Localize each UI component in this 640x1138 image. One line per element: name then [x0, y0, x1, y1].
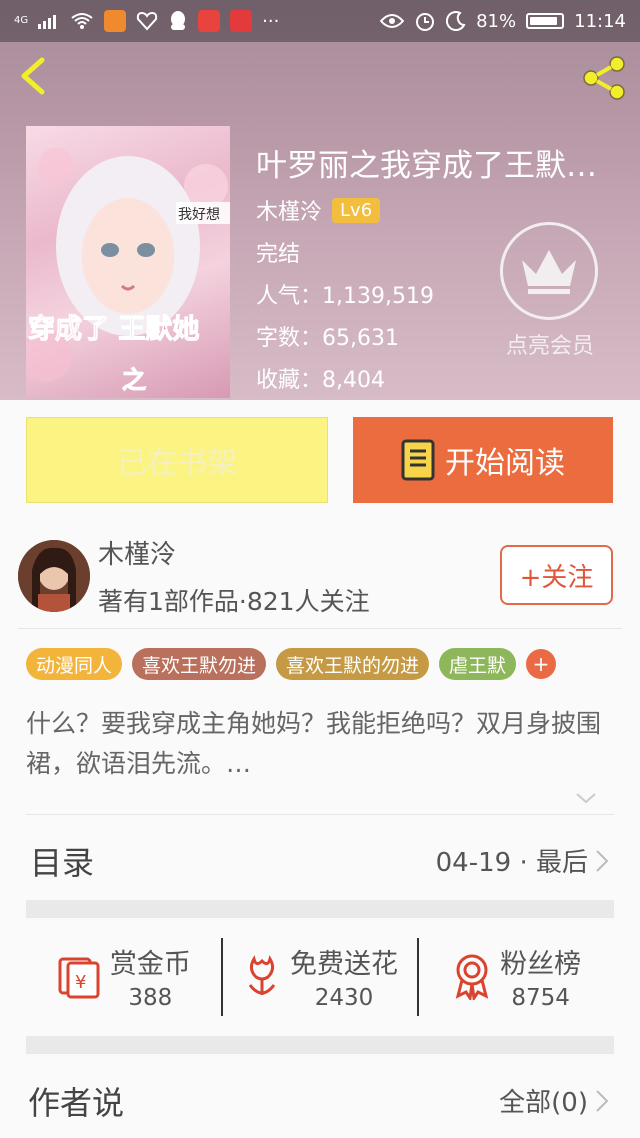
- qq-icon: [171, 11, 186, 30]
- signal-icon: [38, 15, 57, 29]
- free-flower-button[interactable]: 免费送花 2430: [223, 928, 418, 1024]
- table-of-contents-row[interactable]: 目录 04-19 · 最后: [0, 820, 640, 902]
- mall-app-icon: [230, 10, 253, 32]
- stat-value: 8754: [511, 984, 570, 1011]
- cover-text-bottom: 之: [122, 366, 146, 394]
- author-says-row[interactable]: 作者说 全部(0): [0, 1060, 640, 1138]
- heart-shield-icon: [136, 11, 158, 31]
- vip-label: 点亮会员: [505, 334, 594, 359]
- reward-stats: ¥ 赏金币 388 免费送花 2430 粉丝榜 8754: [26, 928, 614, 1024]
- tag-item[interactable]: 喜欢王默勿进: [132, 648, 267, 680]
- book-favorites: 收藏：8,404: [256, 368, 385, 393]
- author-stats: 著有1部作品·821人关注: [98, 587, 370, 616]
- back-arrow-icon[interactable]: [14, 56, 54, 96]
- clock: 11:14: [574, 10, 626, 32]
- vip-membership-button[interactable]: 点亮会员: [500, 222, 600, 360]
- chevron-down-icon[interactable]: [574, 786, 598, 810]
- level-badge: Lv6: [332, 197, 381, 223]
- crown-icon: [522, 250, 576, 294]
- book-synopsis[interactable]: 什么？要我穿成主角她妈？我能拒绝吗？双月身披围裙，欲语泪先流。…: [26, 704, 616, 784]
- book-status: 完结: [256, 242, 301, 267]
- section-separator: [26, 1036, 614, 1054]
- start-reading-button[interactable]: 开始阅读: [353, 417, 613, 503]
- follow-button[interactable]: +关注: [500, 545, 613, 605]
- tag-item[interactable]: 虐王默: [439, 648, 517, 680]
- tag-item[interactable]: 动漫同人: [26, 648, 123, 680]
- reward-coins-button[interactable]: ¥ 赏金币 388: [26, 928, 221, 1024]
- stat-label: 赏金币: [109, 948, 191, 980]
- share-icon[interactable]: [580, 54, 628, 102]
- flower-icon: [248, 955, 276, 995]
- red-envelope-icon: ¥: [58, 957, 100, 999]
- divider: [26, 814, 614, 815]
- author-avatar[interactable]: [18, 540, 90, 612]
- video-app-icon: [198, 10, 221, 32]
- network-type: 4G: [14, 15, 29, 26]
- author-says-count: 全部(0): [499, 1088, 588, 1118]
- stat-label: 粉丝榜: [500, 948, 582, 980]
- add-tag-button[interactable]: +: [526, 649, 557, 679]
- cover-text-top: 我好想: [178, 207, 220, 223]
- wifi-icon: [71, 13, 93, 29]
- book-detail-content: 已在书架 开始阅读 木槿泠 著有1部作品·821人关注 +关注 动漫同人 喜欢王…: [0, 400, 640, 1138]
- start-reading-label: 开始阅读: [445, 446, 565, 481]
- section-separator: [26, 900, 614, 918]
- more-notifications: ···: [262, 10, 280, 32]
- chevron-right-icon: [596, 1089, 609, 1112]
- book-title: 叶罗丽之我穿成了王默…: [256, 148, 597, 184]
- author-name[interactable]: 木槿泠: [98, 534, 176, 571]
- on-shelf-button[interactable]: 已在书架: [26, 417, 328, 503]
- book-author-line: 木槿泠 Lv6: [256, 194, 381, 226]
- tag-item[interactable]: 喜欢王默的勿进: [276, 648, 430, 680]
- cover-illustration: 我好想 穿成了 王默她 之: [26, 148, 230, 395]
- book-header: 4G ··· 81% 11:14 我好想 穿成了 王默她 之 叶罗丽之我穿成了王…: [0, 0, 640, 400]
- eye-icon: [380, 14, 405, 28]
- tag-list: 动漫同人 喜欢王默勿进 喜欢王默的勿进 虐王默 +: [26, 648, 557, 680]
- fan-ranking-button[interactable]: 粉丝榜 8754: [419, 928, 614, 1024]
- stat-label: 免费送花: [290, 948, 398, 980]
- book-icon: [401, 439, 435, 481]
- svg-text:¥: ¥: [75, 972, 86, 993]
- moon-icon: [446, 11, 466, 31]
- stat-value: 2430: [314, 984, 374, 1011]
- book-author-name[interactable]: 木槿泠: [256, 194, 322, 226]
- toc-latest: 04-19 · 最后: [435, 848, 588, 878]
- toc-title: 目录: [30, 844, 95, 882]
- book-cover[interactable]: 我好想 穿成了 王默她 之: [26, 126, 230, 398]
- alarm-icon: [416, 13, 435, 31]
- battery-icon: [526, 13, 565, 29]
- cover-text-main: 穿成了 王默她: [28, 313, 199, 345]
- divider: [18, 628, 622, 629]
- status-bar: 4G ··· 81% 11:14: [0, 0, 640, 42]
- app-notification-icon: [104, 10, 127, 32]
- book-word-count: 字数：65,631: [256, 326, 399, 351]
- author-says-title: 作者说: [28, 1084, 125, 1122]
- book-popularity: 人气：1,139,519: [256, 284, 434, 309]
- ribbon-badge-icon: [455, 954, 489, 1000]
- chevron-right-icon: [596, 849, 609, 872]
- battery-percent: 81%: [476, 10, 517, 32]
- stat-value: 388: [128, 984, 173, 1011]
